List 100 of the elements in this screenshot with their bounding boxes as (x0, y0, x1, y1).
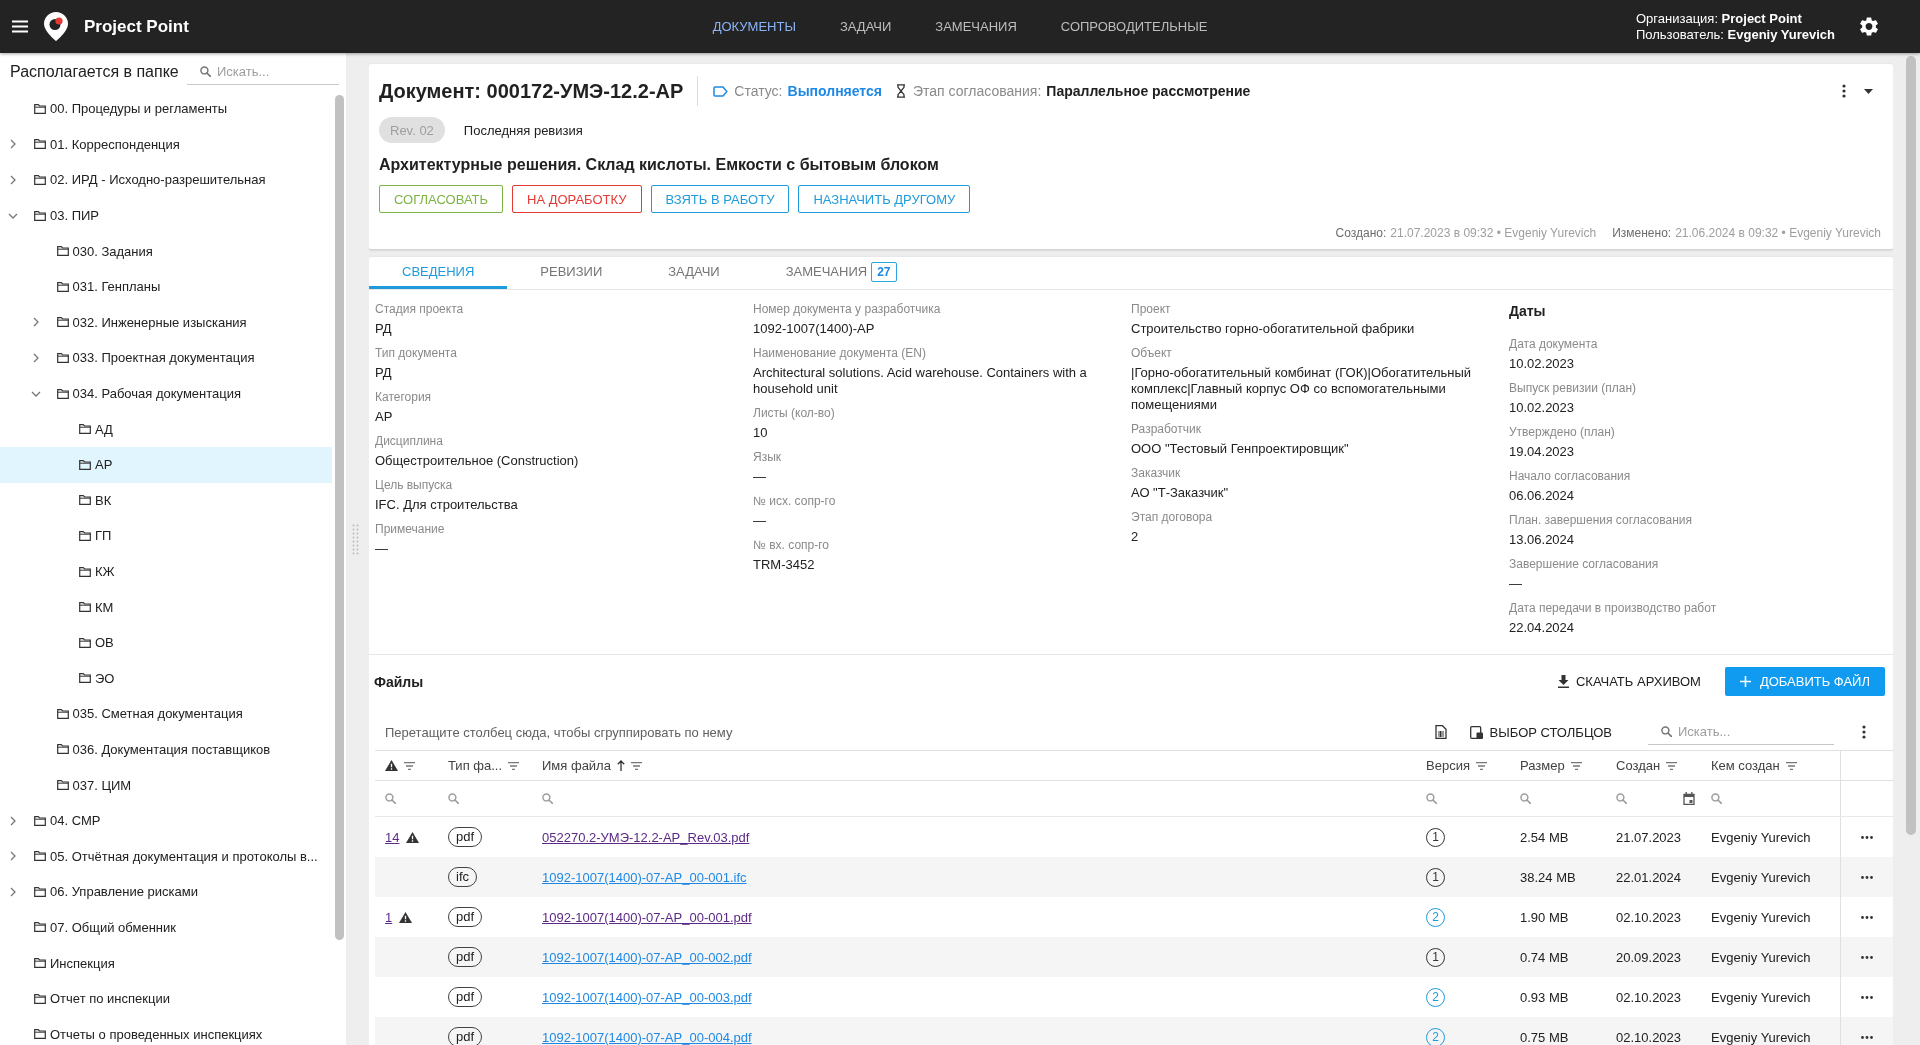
menu-icon[interactable] (12, 20, 28, 33)
tree-item[interactable]: 034. Рабочая документация (0, 375, 332, 412)
folder-icon (79, 530, 91, 541)
folder-icon (56, 744, 69, 755)
tree-item[interactable]: 037. ЦИМ (0, 767, 332, 803)
more-icon[interactable] (1861, 1035, 1873, 1039)
chevron-right-icon[interactable] (10, 886, 16, 897)
file-link[interactable]: 1092-1007(1400)-07-АР_00-003.pdf (542, 989, 752, 1005)
filter-icon[interactable] (630, 761, 642, 770)
drag-handle-icon[interactable] (351, 523, 359, 555)
more-icon[interactable] (1842, 84, 1846, 98)
tree-item[interactable]: ГП (0, 518, 332, 554)
column-header[interactable]: Создан (1606, 751, 1701, 780)
field-value: — (1509, 576, 1522, 592)
tree-item[interactable]: Отчеты о проведенных инспекциях (0, 1016, 332, 1045)
field-value: 22.04.2024 (1509, 620, 1575, 636)
tree-item[interactable]: 036. Документация поставщиков (0, 731, 332, 768)
column-header[interactable]: Имя файла (532, 751, 1416, 780)
scrollbar-thumb[interactable] (335, 95, 344, 940)
file-link[interactable]: 1092-1007(1400)-07-АР_00-001.pdf (542, 909, 752, 925)
tree-item[interactable]: 05. Отчётная документация и протоколы в... (0, 838, 332, 875)
settings-icon[interactable] (1860, 17, 1878, 36)
caret-icon[interactable] (1864, 88, 1873, 94)
field-label: Примечание (375, 521, 445, 537)
more-icon[interactable] (1861, 835, 1873, 839)
column-header[interactable]: Тип фа... (438, 751, 532, 780)
column-header[interactable]: Версия (1416, 751, 1510, 780)
chevron-down-icon[interactable] (8, 212, 18, 219)
file-link[interactable]: 052270.2-УМЭ-12.2-АР_Rev.03.pdf (542, 829, 750, 845)
filter-icon[interactable] (1785, 761, 1797, 770)
search-field[interactable]: Искать... (1648, 719, 1834, 745)
folder-icon (34, 210, 46, 221)
chevron-down-icon[interactable] (30, 390, 41, 397)
status-label: Статус: (734, 83, 783, 99)
download-button[interactable]: СКАЧАТЬ АРХИВОМ (1549, 667, 1709, 696)
document-icon[interactable] (1434, 725, 1447, 739)
tree-item[interactable]: 06. Управление рисками (0, 874, 332, 910)
nav-tab[interactable]: СОПРОВОДИТЕЛЬНЫЕ (1038, 0, 1230, 53)
nav-tab[interactable]: ДОКУМЕНТЫ (690, 0, 818, 53)
more-icon[interactable] (1861, 915, 1873, 919)
tree-item[interactable]: АД (0, 411, 332, 447)
filter-icon[interactable] (404, 761, 415, 770)
tree-item[interactable]: 031. Генпланы (0, 268, 332, 305)
column-header[interactable]: Кем создан (1701, 751, 1840, 780)
more-icon[interactable] (1861, 955, 1873, 959)
filter-icon[interactable] (1475, 761, 1487, 770)
tab[interactable]: РЕВИЗИИ (507, 257, 636, 289)
tree-item[interactable]: 035. Сметная документация (0, 696, 332, 732)
tree-item[interactable]: 07. Общий обменник (0, 909, 332, 946)
tree-item[interactable]: Отчет по инспекции (0, 980, 332, 1017)
field-label: Начало согласования (1509, 468, 1631, 484)
more-icon[interactable] (1861, 995, 1873, 999)
table-cell: Evgeniy Yurevich (1711, 829, 1811, 845)
tab[interactable]: ЗАМЕЧАНИЯ 27 (752, 257, 930, 289)
field-label: Дата документа (1509, 336, 1598, 352)
tree-item[interactable]: 01. Корреспонденция (0, 126, 332, 163)
tree-item[interactable]: КМ (0, 589, 332, 625)
tree-item[interactable]: 00. Процедуры и регламенты (0, 91, 332, 127)
tree-item[interactable]: 02. ИРД - Исходно-разрешительная (0, 162, 332, 198)
folder-icon (79, 424, 91, 435)
tree-item[interactable]: ВК (0, 482, 332, 519)
filter-icon[interactable] (1666, 761, 1678, 770)
more-icon[interactable] (1861, 875, 1873, 879)
tree-item[interactable]: 03. ПИР (0, 197, 332, 234)
tree-item[interactable]: КЖ (0, 553, 332, 590)
field-label: Стадия проекта (375, 301, 464, 317)
field-value: Общестроительное (Construction) (375, 453, 579, 469)
tab[interactable]: ЗАДАЧИ (635, 257, 753, 289)
nav-tab[interactable]: ЗАМЕЧАНИЯ (913, 0, 1039, 53)
search-field[interactable]: Искать... (187, 59, 339, 85)
chevron-right-icon[interactable] (10, 175, 16, 185)
filter-icon[interactable] (508, 761, 520, 770)
tree-item[interactable]: АР (0, 446, 332, 483)
warning-icon (385, 760, 398, 771)
chevron-right-icon[interactable] (10, 851, 16, 862)
tree-item[interactable]: Инспекция (0, 945, 332, 981)
document-title: Документ: 000172-УМЭ-12.2-АР (379, 79, 684, 103)
tree-item[interactable]: ОВ (0, 624, 332, 661)
comments-link[interactable]: 14 (385, 829, 400, 845)
table-cell: 02.10.2023 (1616, 1029, 1682, 1045)
scrollbar-thumb[interactable] (1906, 56, 1916, 835)
column-chooser-button[interactable]: ВЫБОР СТОЛБЦОВ (1469, 718, 1612, 746)
comments-link[interactable]: 1 (385, 909, 393, 925)
tree-item[interactable]: 04. СМР (0, 802, 332, 839)
tree-item[interactable]: 033. Проектная документация (0, 340, 332, 376)
tree-item[interactable]: 032. Инженерные изыскания (0, 304, 332, 341)
calendar-icon[interactable] (1683, 792, 1695, 805)
column-header[interactable]: Размер (1510, 751, 1606, 780)
filter-icon[interactable] (1570, 761, 1582, 770)
tree-item[interactable]: 030. Задания (0, 233, 332, 269)
table-cell: 21.07.2023 (1616, 829, 1682, 845)
more-icon[interactable] (1862, 725, 1866, 739)
chevron-right-icon[interactable] (10, 815, 16, 826)
table-cell: 1.90 MB (1520, 909, 1569, 925)
chevron-right-icon[interactable] (10, 139, 16, 150)
tree-item[interactable]: ЭО (0, 660, 332, 697)
action-button[interactable]: НА ДОРАБОТКУ (512, 185, 642, 213)
nav-tab[interactable]: ЗАДАЧИ (817, 0, 914, 53)
chevron-right-icon[interactable] (32, 352, 39, 363)
chevron-right-icon[interactable] (32, 317, 39, 328)
